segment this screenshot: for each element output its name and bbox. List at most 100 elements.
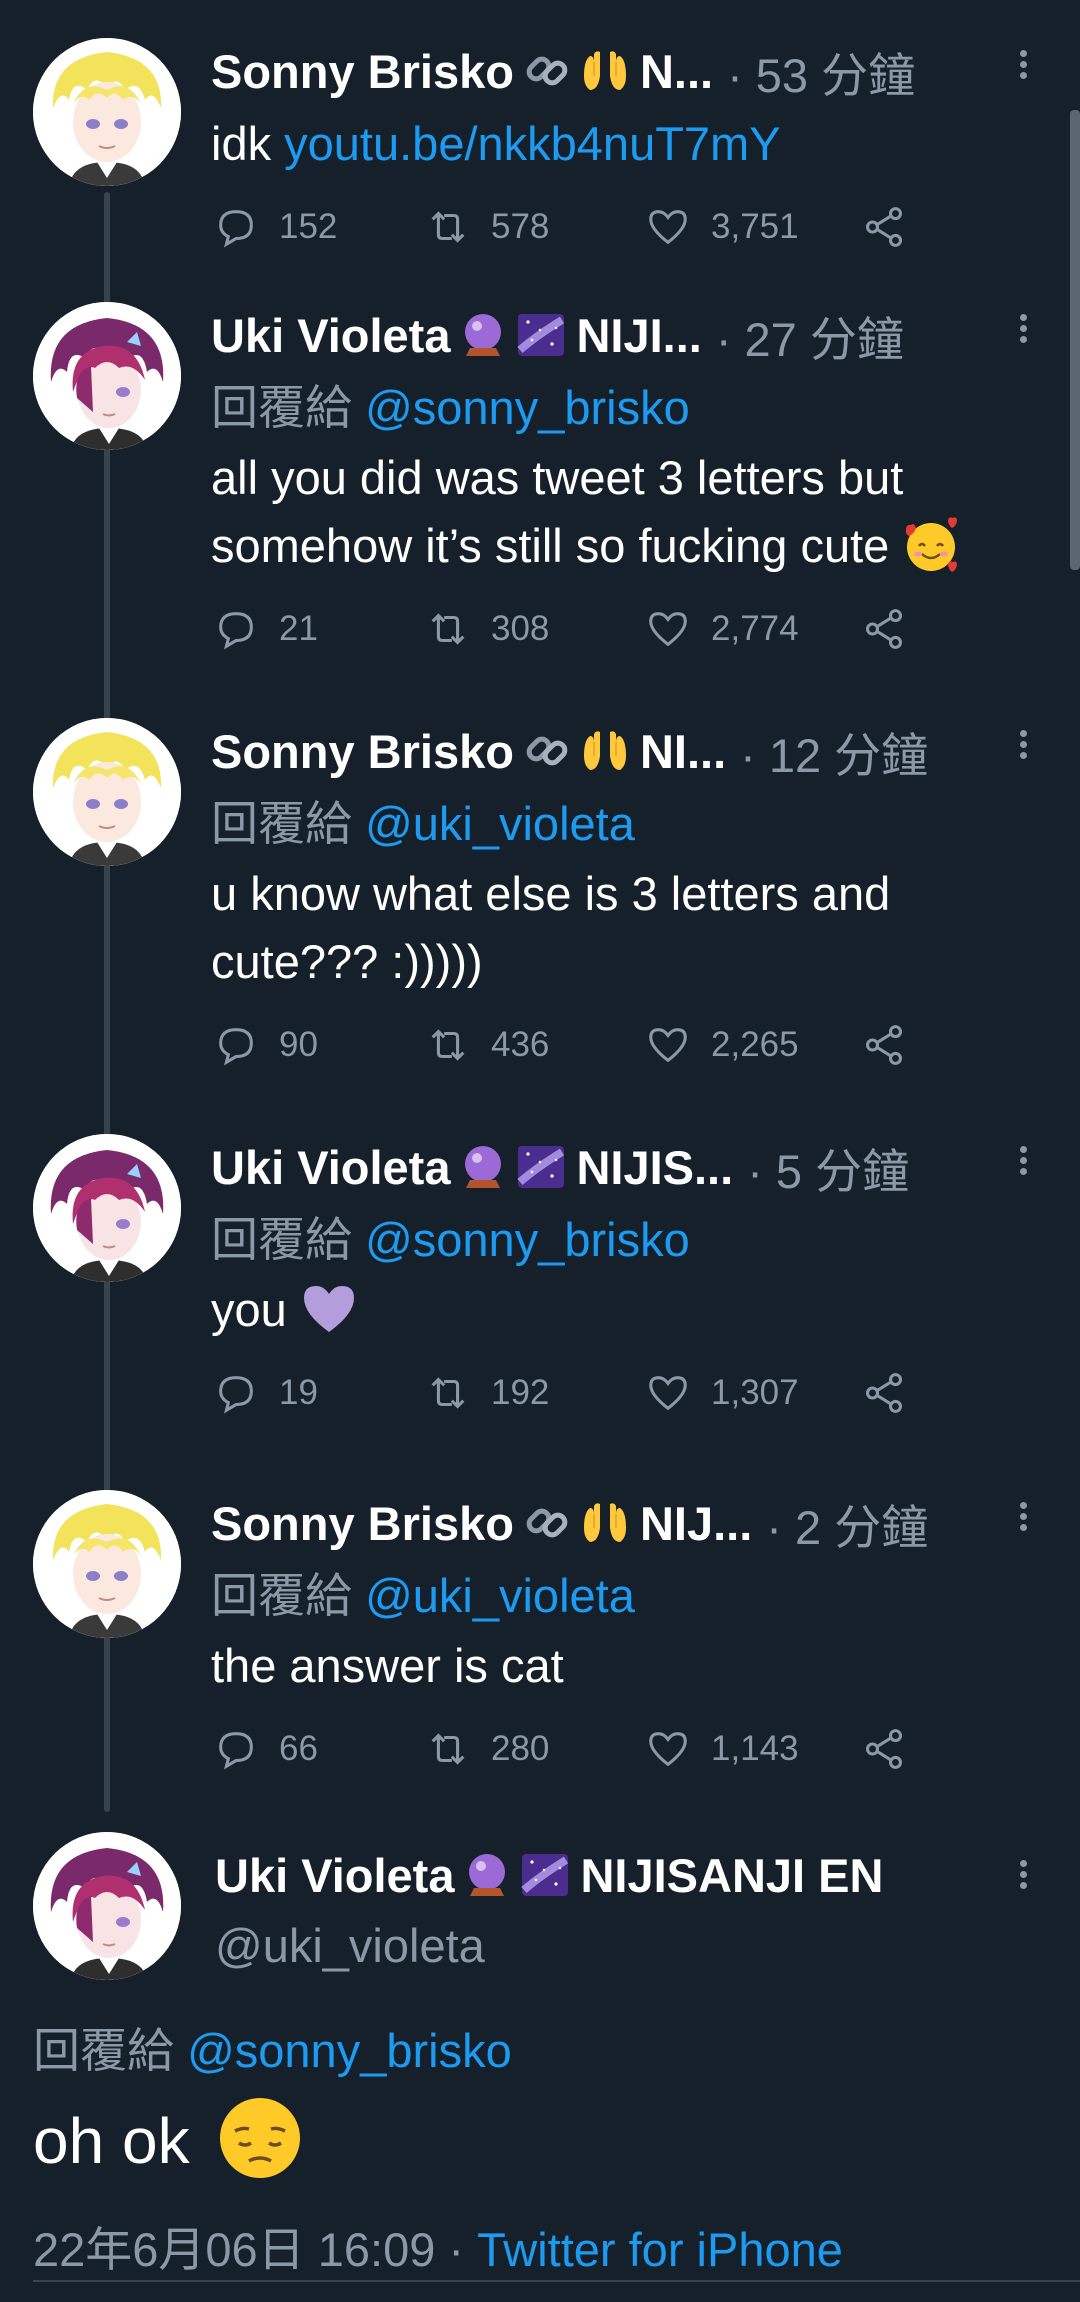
- crystal-ball-emoji-icon: [462, 1850, 512, 1900]
- reply-button[interactable]: 152: [213, 204, 337, 250]
- retweet-count: 436: [491, 1025, 550, 1064]
- reply-mention[interactable]: @sonny_brisko: [365, 381, 690, 434]
- retweet-button[interactable]: 578: [425, 204, 549, 250]
- retweet-count: 308: [491, 609, 550, 648]
- tweet-text-body: oh ok: [33, 2105, 190, 2177]
- more-options-icon[interactable]: [1008, 310, 1038, 360]
- purple-heart-emoji-icon: [300, 1280, 358, 1338]
- tweet-link[interactable]: youtu.be/nkkb4nuT7mY: [284, 117, 780, 170]
- scrollbar[interactable]: [1070, 110, 1080, 570]
- reply-icon: [219, 1028, 253, 1066]
- reply-count: 66: [279, 1729, 318, 1768]
- heart-icon: [649, 1732, 687, 1767]
- retweet-icon: [431, 1733, 465, 1765]
- more-options-icon[interactable]: [1008, 46, 1038, 96]
- action-bar: 21 308 2,774: [211, 606, 1040, 666]
- reply-mention[interactable]: @uki_violeta: [365, 797, 635, 850]
- like-count: 1,307: [711, 1373, 799, 1412]
- like-button[interactable]: 2,265: [645, 1022, 799, 1068]
- retweet-button[interactable]: 192: [425, 1370, 549, 1416]
- reply-icon: [219, 612, 253, 650]
- like-button[interactable]: 1,307: [645, 1370, 799, 1416]
- author-name[interactable]: Uki Violeta: [215, 1848, 454, 1903]
- tweet-timestamp[interactable]: 22年6月06日 16:09: [33, 2223, 435, 2276]
- milky-way-emoji-icon: [516, 1142, 566, 1192]
- reply-prefix: 回覆給: [211, 381, 366, 434]
- author-name[interactable]: Uki Violeta: [211, 1140, 450, 1195]
- share-button[interactable]: [861, 204, 927, 250]
- author-name[interactable]: Uki Violeta: [211, 308, 450, 363]
- avatar[interactable]: [33, 1490, 181, 1638]
- like-count: 2,774: [711, 609, 799, 648]
- crystal-ball-emoji-icon: [458, 310, 508, 360]
- reply-prefix: 回覆給: [211, 1213, 366, 1266]
- avatar[interactable]: [33, 1134, 181, 1282]
- tweet-text: you: [211, 1276, 1040, 1344]
- action-bar: 19 192 1,307: [211, 1370, 1040, 1430]
- author-name[interactable]: Sonny Brisko: [211, 724, 514, 779]
- like-button[interactable]: 3,751: [645, 204, 799, 250]
- reply-count: 19: [279, 1373, 318, 1412]
- tweet-text: idk youtu.be/nkkb4nuT7mY: [211, 110, 1040, 178]
- action-bar: 152 578 3,751: [211, 204, 1040, 264]
- retweet-button[interactable]: 436: [425, 1022, 549, 1068]
- reply-prefix: 回覆給: [211, 797, 366, 850]
- retweet-count: 280: [491, 1729, 550, 1768]
- avatar-image: [33, 1832, 181, 1980]
- palms-up-emoji-icon: [580, 1498, 630, 1548]
- avatar[interactable]: [33, 1832, 181, 1980]
- share-button[interactable]: [861, 1726, 927, 1772]
- like-button[interactable]: 2,774: [645, 606, 799, 652]
- author-name[interactable]: Sonny Brisko: [211, 44, 514, 99]
- share-button[interactable]: [861, 606, 927, 652]
- reply-mention[interactable]: @sonny_brisko: [187, 2024, 512, 2077]
- tweet-time[interactable]: · 53 分鐘: [727, 37, 915, 106]
- tweet-meta: 22年6月06日 16:09 · Twitter for iPhone: [33, 2211, 1040, 2280]
- tweet-time[interactable]: · 27 分鐘: [716, 301, 904, 370]
- more-options-icon[interactable]: [1008, 1142, 1038, 1192]
- reply-mention[interactable]: @uki_violeta: [365, 1569, 635, 1622]
- source-app-link[interactable]: Twitter for iPhone: [477, 2223, 843, 2276]
- reply-button[interactable]: 21: [213, 606, 318, 652]
- author-handle[interactable]: @uki_violeta: [215, 1918, 1040, 1973]
- action-bar: 90 436 2,265: [211, 1022, 1040, 1082]
- author-name-suffix: NIJISANJI EN: [580, 1848, 884, 1902]
- reply-button[interactable]: 19: [213, 1370, 318, 1416]
- share-button[interactable]: [861, 1022, 927, 1068]
- avatar[interactable]: [33, 718, 181, 866]
- like-button[interactable]: 1,143: [645, 1726, 799, 1772]
- reply-button[interactable]: 90: [213, 1022, 318, 1068]
- reply-prefix: 回覆給: [211, 1569, 366, 1622]
- more-options-icon[interactable]: [1008, 726, 1038, 776]
- tweet-time[interactable]: · 5 分鐘: [747, 1133, 909, 1202]
- tweet-text: the answer is cat: [211, 1639, 564, 1692]
- heart-icon: [649, 1376, 687, 1411]
- divider: [33, 2280, 1080, 2282]
- milky-way-emoji-icon: [520, 1850, 570, 1900]
- more-options-icon[interactable]: [1008, 1498, 1038, 1548]
- palms-up-emoji-icon: [580, 46, 630, 96]
- replying-to: 回覆給 @sonny_brisko: [33, 2012, 1040, 2081]
- retweet-button[interactable]: 308: [425, 606, 549, 652]
- link-emoji-icon: [522, 726, 572, 776]
- more-options-icon[interactable]: [1008, 1856, 1038, 1906]
- action-bar: 66 280 1,143: [211, 1726, 1040, 1786]
- retweet-icon: [431, 1377, 465, 1409]
- replying-to: 回覆給 @uki_violeta: [211, 792, 1040, 856]
- author-name[interactable]: Sonny Brisko: [211, 1496, 514, 1551]
- reply-prefix: 回覆給: [33, 2024, 188, 2077]
- reply-count: 152: [279, 207, 338, 246]
- tweet-time[interactable]: · 12 分鐘: [740, 717, 928, 786]
- heart-icon: [649, 612, 687, 647]
- retweet-icon: [431, 211, 465, 243]
- share-button[interactable]: [861, 1370, 927, 1416]
- crystal-ball-emoji-icon: [458, 1142, 508, 1192]
- reply-button[interactable]: 66: [213, 1726, 318, 1772]
- avatar[interactable]: [33, 38, 181, 186]
- tweet-text: oh ok: [33, 2091, 1040, 2191]
- reply-mention[interactable]: @sonny_brisko: [365, 1213, 690, 1266]
- retweet-button[interactable]: 280: [425, 1726, 549, 1772]
- avatar[interactable]: [33, 302, 181, 450]
- author-name-suffix: NIJ...: [639, 1496, 753, 1550]
- tweet-time[interactable]: · 2 分鐘: [766, 1489, 928, 1558]
